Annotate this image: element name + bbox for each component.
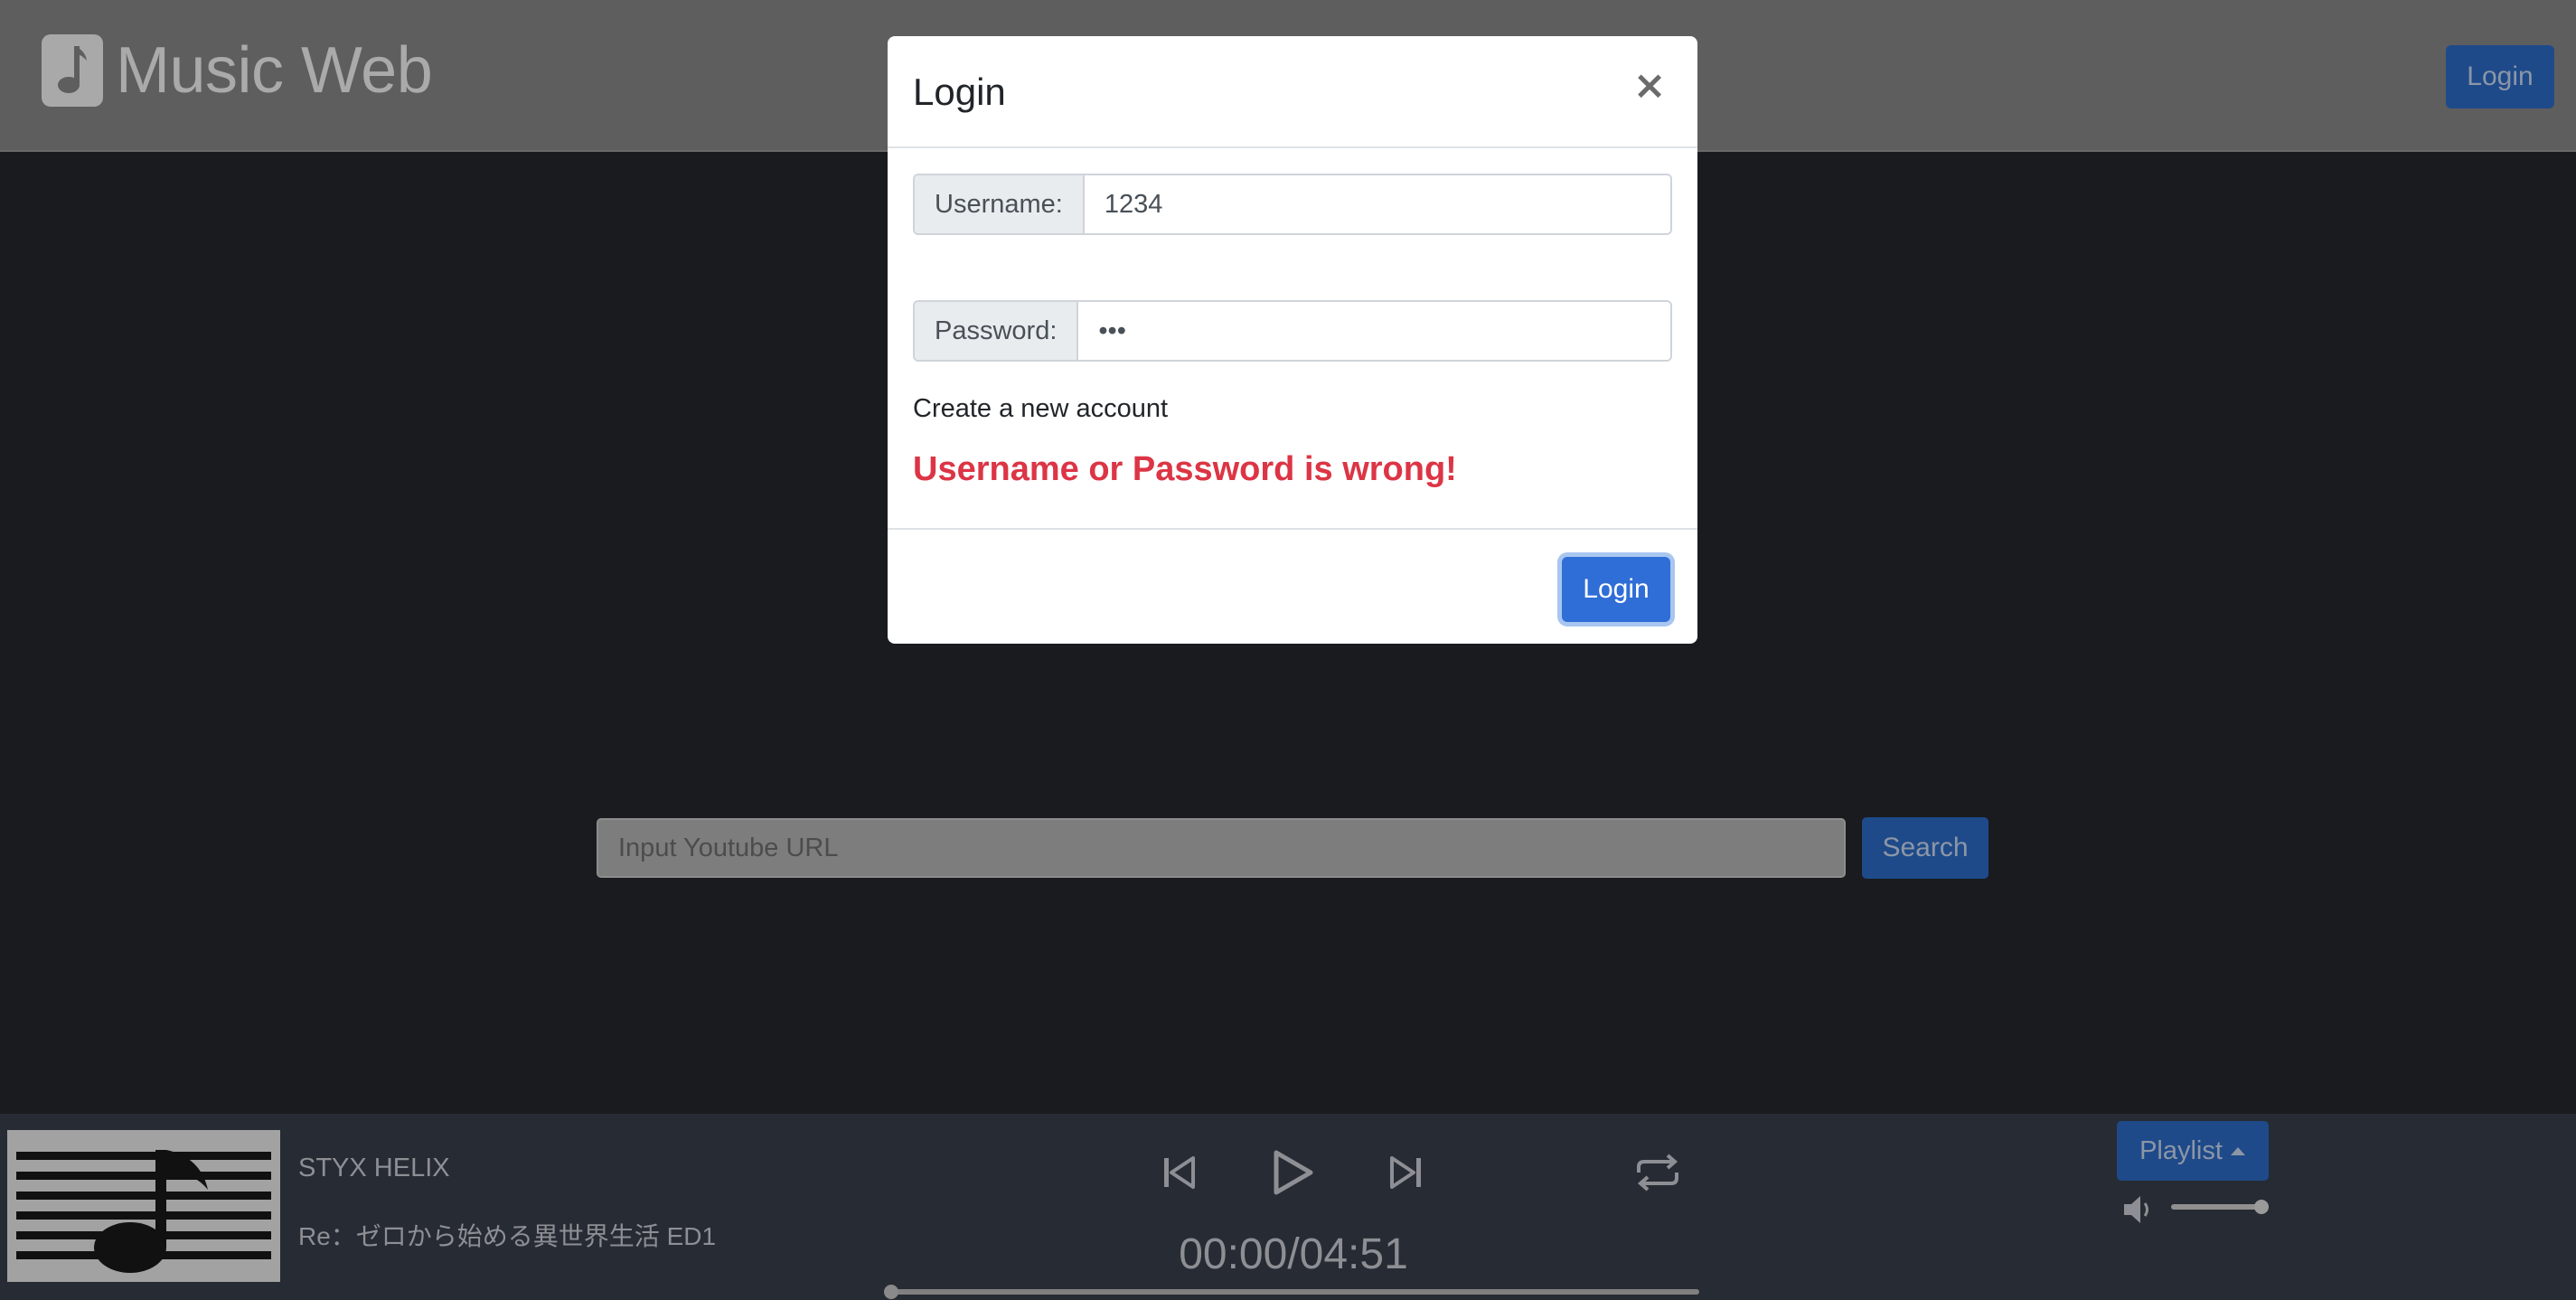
password-group: Password: bbox=[913, 300, 1672, 362]
modal-header: Login × bbox=[888, 36, 1697, 148]
modal-login-button[interactable]: Login bbox=[1562, 557, 1670, 622]
password-label: Password: bbox=[915, 302, 1079, 360]
modal-backdrop: Login × Username: Password: Create a new… bbox=[0, 0, 2576, 1300]
username-group: Username: bbox=[913, 174, 1672, 235]
username-label: Username: bbox=[915, 175, 1085, 233]
modal-footer: Login bbox=[888, 528, 1697, 644]
login-modal: Login × Username: Password: Create a new… bbox=[888, 36, 1697, 644]
password-input[interactable] bbox=[1078, 302, 1670, 360]
close-icon[interactable]: × bbox=[1627, 63, 1672, 108]
modal-title: Login bbox=[913, 71, 1006, 113]
error-message: Username or Password is wrong! bbox=[913, 450, 1457, 488]
username-input[interactable] bbox=[1084, 175, 1670, 233]
create-account-link[interactable]: Create a new account bbox=[913, 394, 1168, 424]
app-root: Music Web Login Search STYX HELIX Re：ゼロか… bbox=[0, 0, 2576, 1300]
